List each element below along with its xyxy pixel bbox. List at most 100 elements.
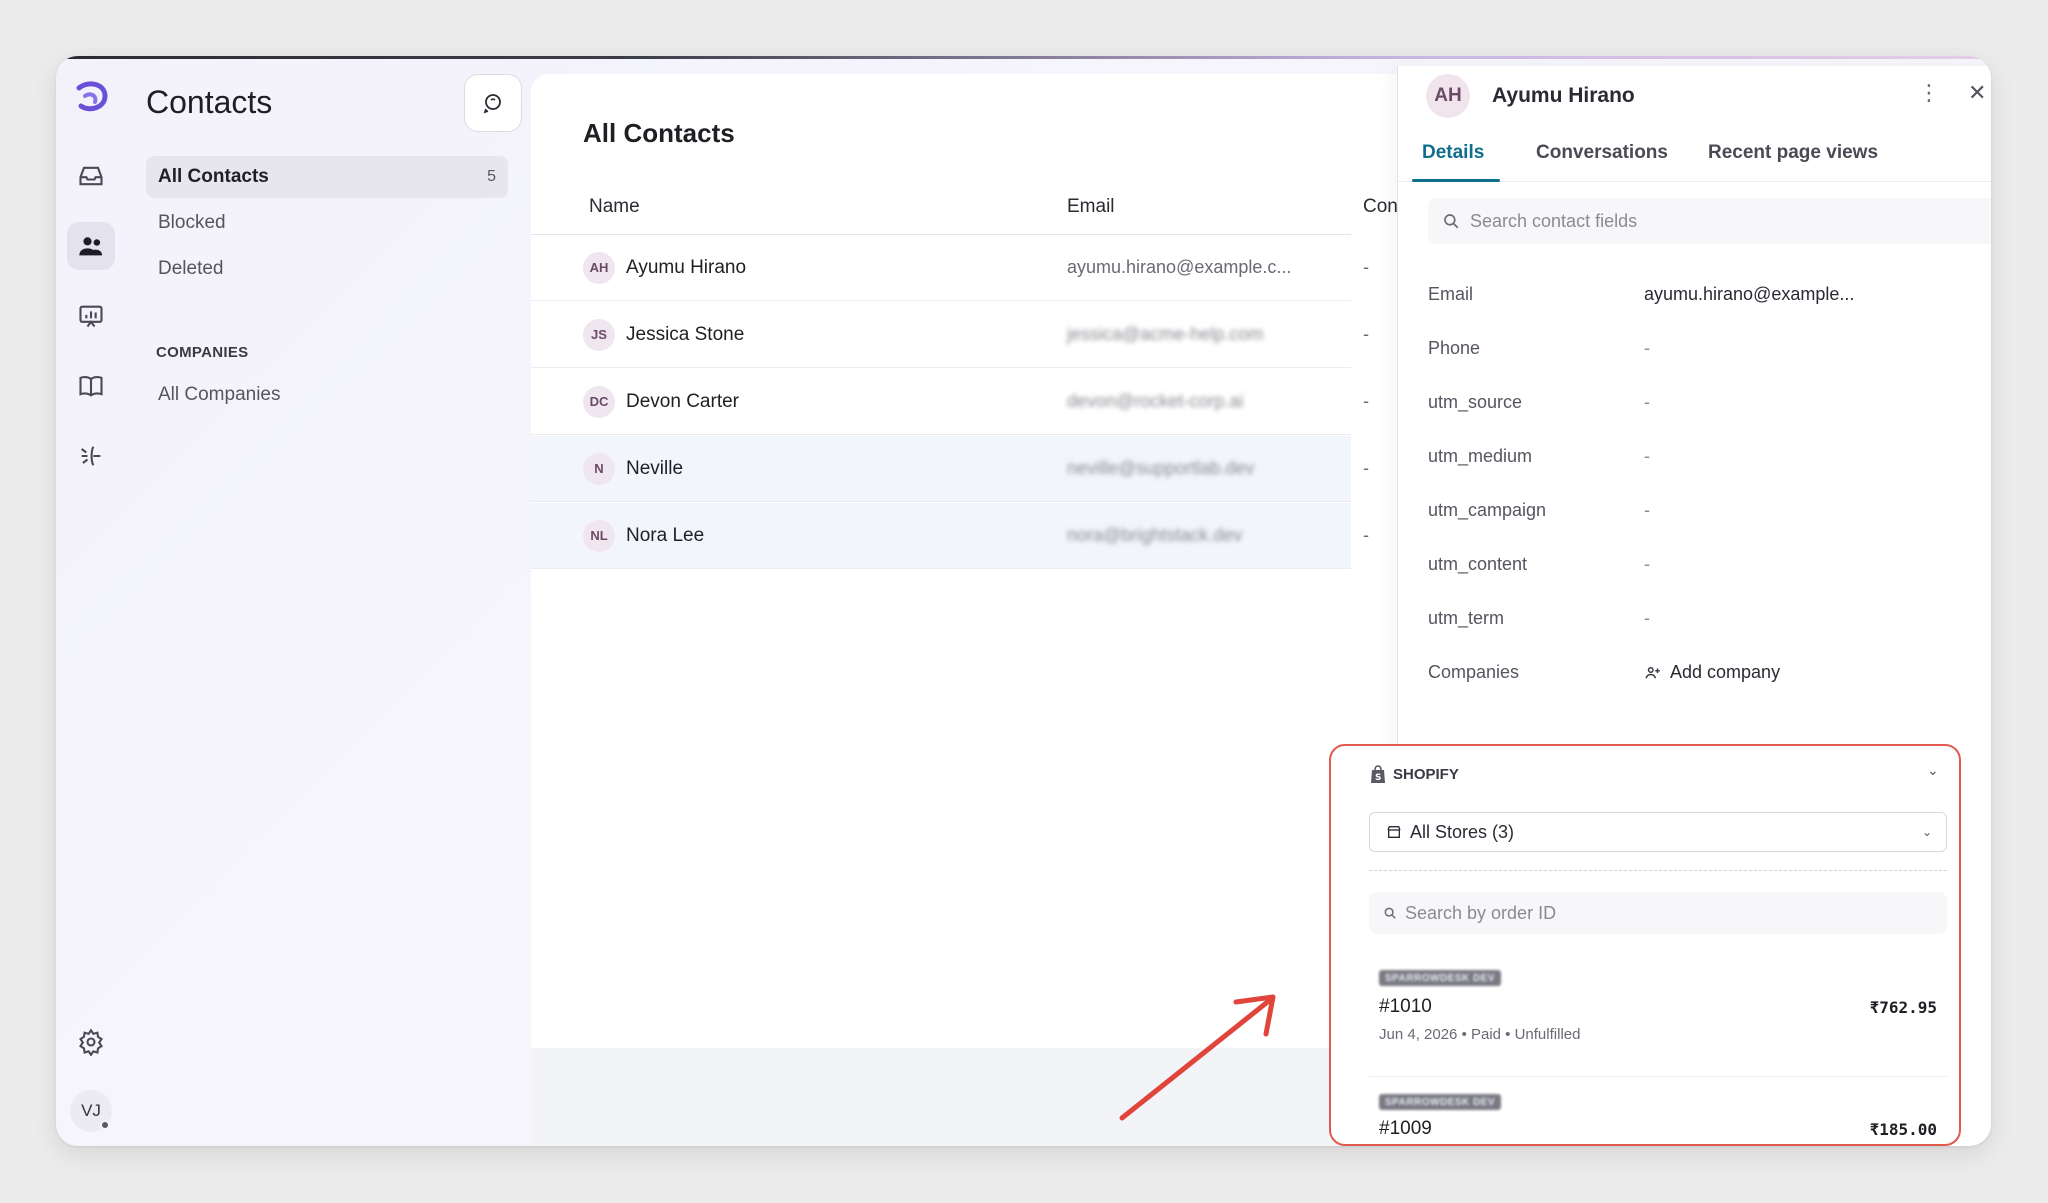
field-label: Companies	[1428, 662, 1520, 682]
contact-avatar: AH	[583, 251, 615, 284]
companies-section-heading: COMPANIES	[156, 344, 249, 361]
field-value[interactable]: -	[1644, 446, 1650, 467]
contact-avatar: JS	[583, 318, 615, 351]
contact-email: nora@brightstack.dev	[1067, 525, 1243, 545]
field-companies: Companies Add company	[1428, 662, 1991, 692]
add-company-button[interactable]: Add company	[1644, 662, 1780, 683]
field-label: utm_content	[1428, 554, 1528, 574]
contact-avatar: NL	[583, 519, 615, 552]
nav-item-blocked[interactable]: Blocked	[146, 202, 508, 244]
contact-name: Ayumu Hirano	[626, 256, 747, 278]
order-amount: ₹185.00	[1869, 1120, 1937, 1139]
field-label: Phone	[1428, 338, 1481, 358]
add-company-label: Add company	[1670, 662, 1781, 682]
field-value[interactable]: -	[1644, 608, 1650, 629]
nav-item-label: Deleted	[158, 258, 224, 279]
more-options-icon[interactable]: ⋮	[1918, 80, 1940, 106]
contact-company: -	[1363, 391, 1369, 411]
book-icon[interactable]	[67, 362, 115, 410]
user-avatar[interactable]: VJ	[70, 1090, 112, 1132]
order-meta: Jun 4, 2026 • Paid • Unfulfilled	[1379, 1026, 1581, 1043]
field-email: Email ayumu.hirano@example...	[1428, 284, 1991, 314]
shopify-title: SHOPIFY	[1393, 765, 1459, 783]
nav-item-label: Blocked	[158, 212, 226, 233]
column-header-contact[interactable]: Con	[1363, 196, 1398, 218]
contacts-count-badge: 5	[487, 168, 496, 185]
rail-bottom: VJ	[56, 996, 126, 1132]
store-select-value: All Stores (3)	[1410, 821, 1515, 842]
field-utm-content: utm_content -	[1428, 554, 1991, 584]
nav-item-deleted[interactable]: Deleted	[146, 248, 508, 290]
table-row[interactable]: DC Devon Carter devon@rocket-corp.ai -	[531, 369, 1369, 435]
icon-rail: VJ	[56, 56, 126, 1146]
nav-item-all-companies[interactable]: All Companies	[146, 374, 508, 416]
chevron-down-icon[interactable]: ⌄	[1927, 762, 1939, 779]
nav-item-all-contacts[interactable]: All Contacts 5	[146, 156, 508, 198]
contact-detail-avatar: AH	[1426, 74, 1470, 118]
store-tag: SPARROWDESK DEV	[1379, 970, 1502, 986]
app-logo-icon[interactable]	[71, 78, 111, 118]
divider	[1369, 870, 1947, 871]
tab-details[interactable]: Details	[1422, 142, 1484, 164]
column-header-email[interactable]: Email	[1067, 196, 1115, 218]
order-search-input[interactable]: Search by order ID	[1369, 892, 1947, 934]
order-card[interactable]: SPARROWDESK DEV #1009 ₹185.00	[1369, 1084, 1947, 1144]
contact-email: devon@rocket-corp.ai	[1067, 391, 1244, 411]
contact-name: Nora Lee	[626, 524, 705, 546]
contact-name: Devon Carter	[626, 390, 739, 412]
contact-company: -	[1363, 458, 1369, 478]
contact-detail-name: Ayumu Hirano	[1492, 84, 1635, 107]
active-tab-indicator	[1412, 179, 1500, 182]
table-row[interactable]: NL Nora Lee nora@brightstack.dev -	[531, 503, 1369, 569]
contact-email: ayumu.hirano@example.c...	[1067, 257, 1292, 277]
field-utm-campaign: utm_campaign -	[1428, 500, 1991, 530]
campaign-icon[interactable]	[67, 432, 115, 480]
store-select[interactable]: All Stores (3) ⌄	[1369, 812, 1947, 852]
search-contacts-button[interactable]	[464, 74, 522, 132]
order-divider	[1369, 1076, 1947, 1077]
gear-icon[interactable]	[67, 1018, 115, 1066]
contact-name: Neville	[626, 457, 684, 479]
contact-company: -	[1363, 525, 1369, 545]
shopify-panel: S SHOPIFY ⌄ All Stores (3) ⌄ Search by o…	[1329, 744, 1961, 1146]
table-row[interactable]: N Neville neville@supportlab.dev -	[531, 436, 1369, 502]
contact-name: Jessica Stone	[626, 323, 745, 345]
nav-item-label: All Companies	[158, 384, 281, 405]
tab-conversations[interactable]: Conversations	[1536, 142, 1668, 164]
detail-tabs: Details Conversations Recent page views	[1398, 128, 1991, 182]
field-label: utm_medium	[1428, 446, 1533, 466]
field-value[interactable]: -	[1644, 554, 1650, 575]
field-utm-term: utm_term -	[1428, 608, 1991, 638]
close-icon[interactable]: ✕	[1968, 80, 1986, 106]
presence-dot	[100, 1120, 110, 1130]
order-card[interactable]: SPARROWDESK DEV #1010 ₹762.95 Jun 4, 202…	[1369, 956, 1947, 1072]
contact-email: jessica@acme-help.com	[1067, 324, 1264, 344]
column-header-name[interactable]: Name	[589, 196, 640, 218]
contacts-icon[interactable]	[67, 222, 115, 270]
field-value[interactable]: ayumu.hirano@example...	[1644, 284, 1854, 305]
contact-fields-search-input[interactable]: Search contact fields	[1428, 198, 1991, 244]
panel-header: AH Ayumu Hirano ⋮ ✕	[1398, 66, 1991, 126]
store-tag: SPARROWDESK DEV	[1379, 1094, 1502, 1110]
field-label: utm_term	[1428, 608, 1505, 628]
table-row[interactable]: AH Ayumu Hirano ayumu.hirano@example.c..…	[531, 235, 1369, 301]
inbox-icon[interactable]	[67, 152, 115, 200]
search-icon	[1444, 214, 1459, 229]
reports-icon[interactable]	[67, 292, 115, 340]
contact-email: neville@supportlab.dev	[1067, 458, 1255, 478]
shopify-header[interactable]: S SHOPIFY	[1369, 764, 1459, 784]
svg-text:S: S	[1375, 773, 1381, 783]
tab-recent-page-views[interactable]: Recent page views	[1708, 142, 1878, 164]
search-placeholder: Search contact fields	[1470, 210, 1638, 231]
search-icon	[1384, 907, 1396, 919]
order-id: #1009	[1379, 1118, 1432, 1139]
shopify-bag-icon: S	[1371, 765, 1385, 783]
contact-avatar: N	[583, 452, 615, 485]
field-value[interactable]: -	[1644, 500, 1650, 521]
field-value[interactable]: -	[1644, 338, 1650, 359]
field-value[interactable]: -	[1644, 392, 1650, 413]
table-row[interactable]: JS Jessica Stone jessica@acme-help.com -	[531, 302, 1369, 368]
search-icon	[483, 94, 501, 114]
nav-title: Contacts	[146, 84, 273, 120]
page-title: All Contacts	[583, 118, 735, 148]
